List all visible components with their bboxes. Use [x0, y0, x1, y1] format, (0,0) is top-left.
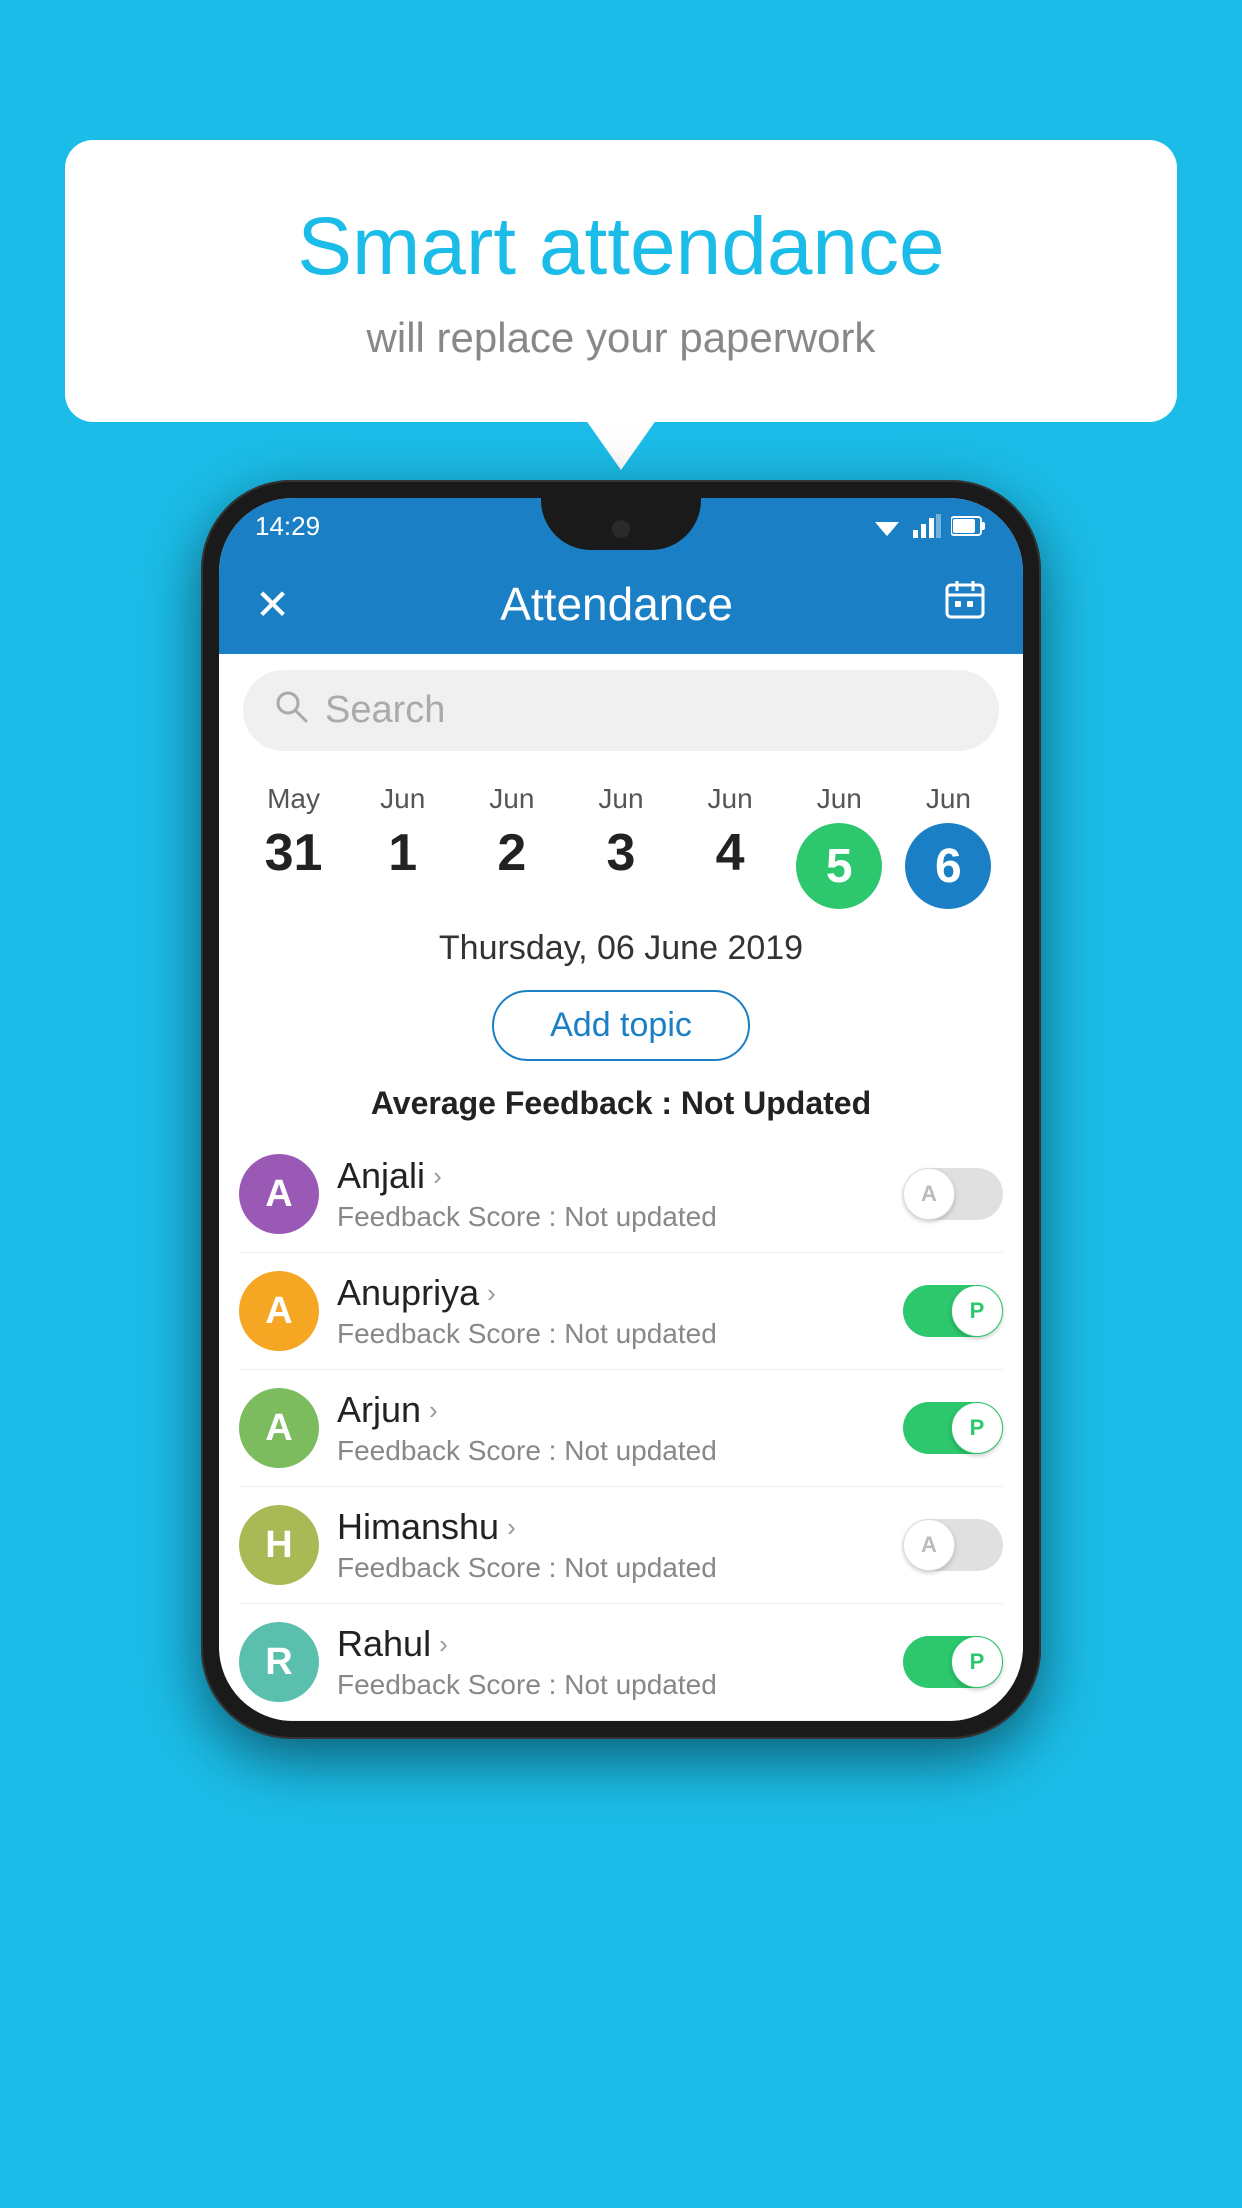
avatar: A [239, 1271, 319, 1351]
student-info: Anjali › Feedback Score : Not updated [337, 1155, 885, 1233]
student-name: Anupriya › [337, 1272, 885, 1314]
student-info: Himanshu › Feedback Score : Not updated [337, 1506, 885, 1584]
attendance-toggle[interactable]: P [903, 1402, 1003, 1454]
search-icon [273, 688, 309, 733]
calendar-icon[interactable] [943, 577, 987, 631]
phone-outer: 14:29 [201, 480, 1041, 1739]
student-feedback: Feedback Score : Not updated [337, 1435, 885, 1467]
calendar-day[interactable]: Jun1 [358, 783, 448, 883]
speech-bubble-container: Smart attendance will replace your paper… [65, 140, 1177, 422]
battery-icon [951, 515, 987, 537]
phone-container: 14:29 [201, 480, 1041, 1739]
wifi-icon [871, 514, 903, 538]
student-feedback: Feedback Score : Not updated [337, 1669, 885, 1701]
speech-bubble-subtitle: will replace your paperwork [145, 314, 1097, 362]
student-name: Anjali › [337, 1155, 885, 1197]
student-feedback: Feedback Score : Not updated [337, 1201, 885, 1233]
calendar-day[interactable]: May31 [249, 783, 339, 883]
student-row[interactable]: H Himanshu › Feedback Score : Not updated A [239, 1487, 1003, 1604]
student-name: Arjun › [337, 1389, 885, 1431]
phone-screen: 14:29 [219, 498, 1023, 1721]
calendar-day[interactable]: Jun3 [576, 783, 666, 883]
app-bar: ✕ Attendance [219, 554, 1023, 654]
add-topic-button[interactable]: Add topic [492, 990, 750, 1061]
student-row[interactable]: R Rahul › Feedback Score : Not updated P [239, 1604, 1003, 1721]
student-row[interactable]: A Arjun › Feedback Score : Not updated P [239, 1370, 1003, 1487]
student-feedback: Feedback Score : Not updated [337, 1318, 885, 1350]
student-info: Arjun › Feedback Score : Not updated [337, 1389, 885, 1467]
notch-camera [610, 518, 632, 540]
calendar-day[interactable]: Jun4 [685, 783, 775, 883]
student-feedback: Feedback Score : Not updated [337, 1552, 885, 1584]
attendance-toggle[interactable]: A [903, 1519, 1003, 1571]
student-row[interactable]: A Anjali › Feedback Score : Not updated A [239, 1136, 1003, 1253]
avatar: A [239, 1388, 319, 1468]
student-list: AAnjali ›Feedback Score : Not updatedAAA… [219, 1136, 1023, 1721]
student-info: Rahul › Feedback Score : Not updated [337, 1623, 885, 1701]
speech-bubble: Smart attendance will replace your paper… [65, 140, 1177, 422]
attendance-toggle[interactable]: A [903, 1168, 1003, 1220]
status-time: 14:29 [255, 511, 320, 542]
student-row[interactable]: A Anupriya › Feedback Score : Not updated P [239, 1253, 1003, 1370]
student-name: Rahul › [337, 1623, 885, 1665]
avg-feedback: Average Feedback : Not Updated [219, 1077, 1023, 1136]
notch [541, 498, 701, 550]
student-name: Himanshu › [337, 1506, 885, 1548]
status-bar: 14:29 [219, 498, 1023, 554]
calendar-day[interactable]: Jun5 [794, 783, 884, 909]
student-info: Anupriya › Feedback Score : Not updated [337, 1272, 885, 1350]
attendance-toggle[interactable]: P [903, 1285, 1003, 1337]
status-icons [871, 514, 987, 538]
calendar-strip: May31Jun1Jun2Jun3Jun4Jun5Jun6 [219, 767, 1023, 919]
signal-icon [913, 514, 941, 538]
close-icon[interactable]: ✕ [255, 580, 290, 629]
calendar-day[interactable]: Jun6 [903, 783, 993, 909]
avatar: H [239, 1505, 319, 1585]
selected-date: Thursday, 06 June 2019 [219, 919, 1023, 972]
search-bar[interactable]: Search [243, 670, 999, 751]
app-bar-title: Attendance [500, 577, 733, 631]
avatar: R [239, 1622, 319, 1702]
attendance-toggle[interactable]: P [903, 1636, 1003, 1688]
search-input: Search [325, 689, 445, 732]
avatar: A [239, 1154, 319, 1234]
speech-bubble-title: Smart attendance [145, 200, 1097, 294]
calendar-day[interactable]: Jun2 [467, 783, 557, 883]
